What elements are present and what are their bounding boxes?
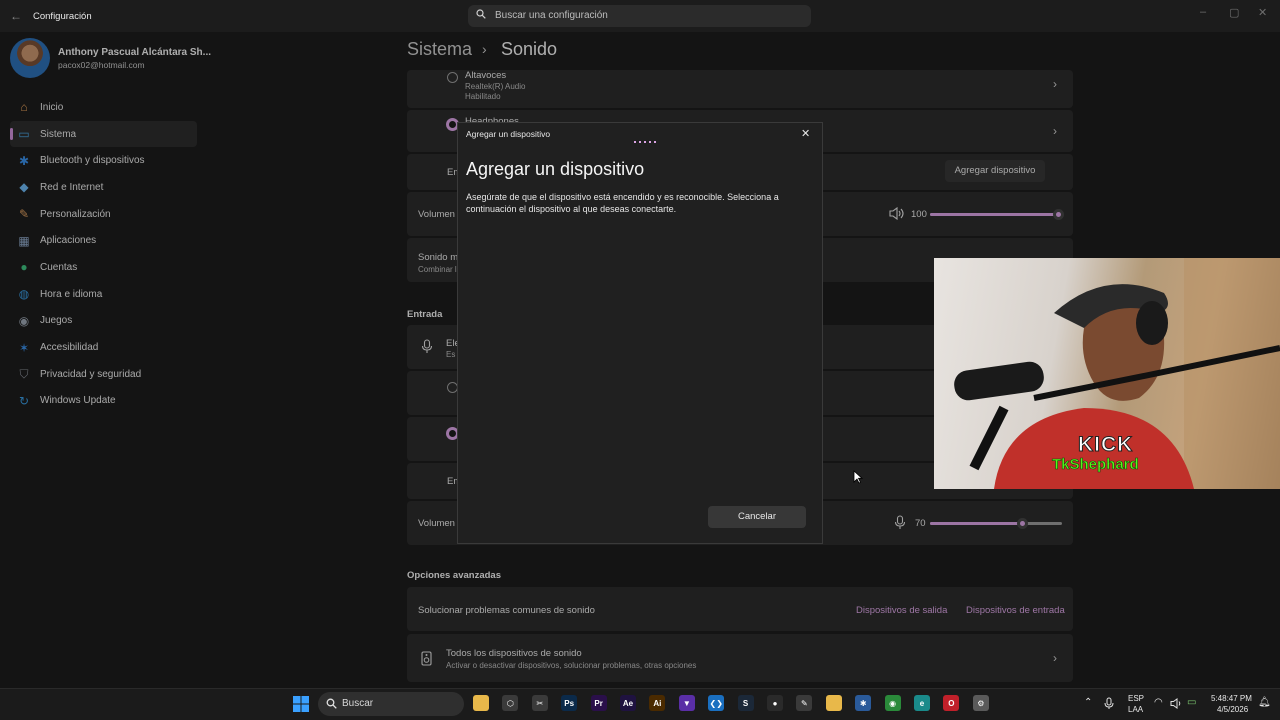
dialog-heading: Agregar un dispositivo	[466, 159, 645, 179]
dialog-window-title: Agregar un dispositivo	[466, 129, 551, 139]
notes-icon[interactable]: ✎	[796, 695, 813, 711]
opera-icon[interactable]: O	[943, 695, 960, 711]
dialog-description: Asegúrate de que el dispositivo está enc…	[466, 192, 779, 214]
settings-gear-icon[interactable]: ✱	[855, 695, 872, 711]
photoshop-icon[interactable]: Ps	[561, 695, 578, 711]
streamer-channel-label: TkShephard	[1052, 456, 1139, 474]
tray-microphone-icon[interactable]	[1104, 697, 1114, 710]
capcut-icon[interactable]: ✂	[531, 695, 548, 711]
language-top[interactable]: ESP	[1128, 694, 1144, 703]
wifi-icon[interactable]: ◠	[1154, 697, 1163, 708]
taskbar-search[interactable]: Buscar	[318, 692, 464, 716]
obs-icon[interactable]: ●	[767, 695, 783, 711]
mouse-cursor-icon	[853, 470, 863, 484]
maximize-button[interactable]: ▢	[1229, 6, 1239, 19]
settings-search-input[interactable]: Buscar una configuración	[468, 5, 811, 27]
folder-icon[interactable]	[825, 695, 842, 711]
file-explorer-icon[interactable]	[473, 695, 489, 711]
chevron-up-icon[interactable]: ⌃	[1084, 697, 1092, 708]
settings-app-icon[interactable]: ⚙	[972, 695, 989, 711]
after-effects-icon[interactable]: Ae	[620, 695, 636, 711]
search-placeholder: Buscar una configuración	[495, 10, 608, 21]
illustrator-icon[interactable]: Ai	[649, 695, 666, 711]
volume-tray-icon[interactable]	[1170, 698, 1182, 709]
premiere-icon[interactable]: Pr	[590, 695, 607, 711]
battery-icon[interactable]: ▭	[1187, 697, 1196, 708]
vscode-icon[interactable]: ❮❯	[708, 695, 725, 711]
app-hex-icon[interactable]: ⬡	[502, 695, 519, 711]
clock-time[interactable]: 5:48:47 PM	[1211, 694, 1252, 703]
chrome-icon[interactable]: ◉	[884, 695, 901, 711]
close-window-button[interactable]: ✕	[1258, 6, 1267, 19]
back-arrow-icon[interactable]: ←	[10, 9, 22, 23]
notification-bell-icon[interactable]: 🔔︎	[1258, 697, 1271, 708]
minimize-button[interactable]: –	[1200, 6, 1206, 18]
language-bottom[interactable]: LAA	[1128, 705, 1143, 714]
clock-date[interactable]: 4/5/2026	[1217, 705, 1248, 714]
add-device-dialog: Agregar un dispositivo ✕ Agregar un disp…	[457, 122, 823, 544]
edge-icon[interactable]: e	[914, 695, 930, 711]
steam-icon[interactable]: S	[737, 695, 754, 711]
cancel-button[interactable]: Cancelar	[708, 506, 806, 528]
close-icon[interactable]: ✕	[801, 127, 810, 140]
app-title: Configuración	[33, 11, 92, 22]
taskbar-search-label: Buscar	[342, 698, 374, 709]
title-bar: ← Configuración Buscar una configuración…	[0, 0, 1280, 32]
search-icon	[326, 698, 337, 709]
windows-start-icon[interactable]	[293, 696, 309, 712]
kick-brand-label: KICK	[1077, 433, 1134, 457]
vpn-icon[interactable]: ▼	[678, 695, 695, 711]
loading-dots-indicator	[634, 141, 658, 143]
search-icon	[476, 9, 486, 19]
